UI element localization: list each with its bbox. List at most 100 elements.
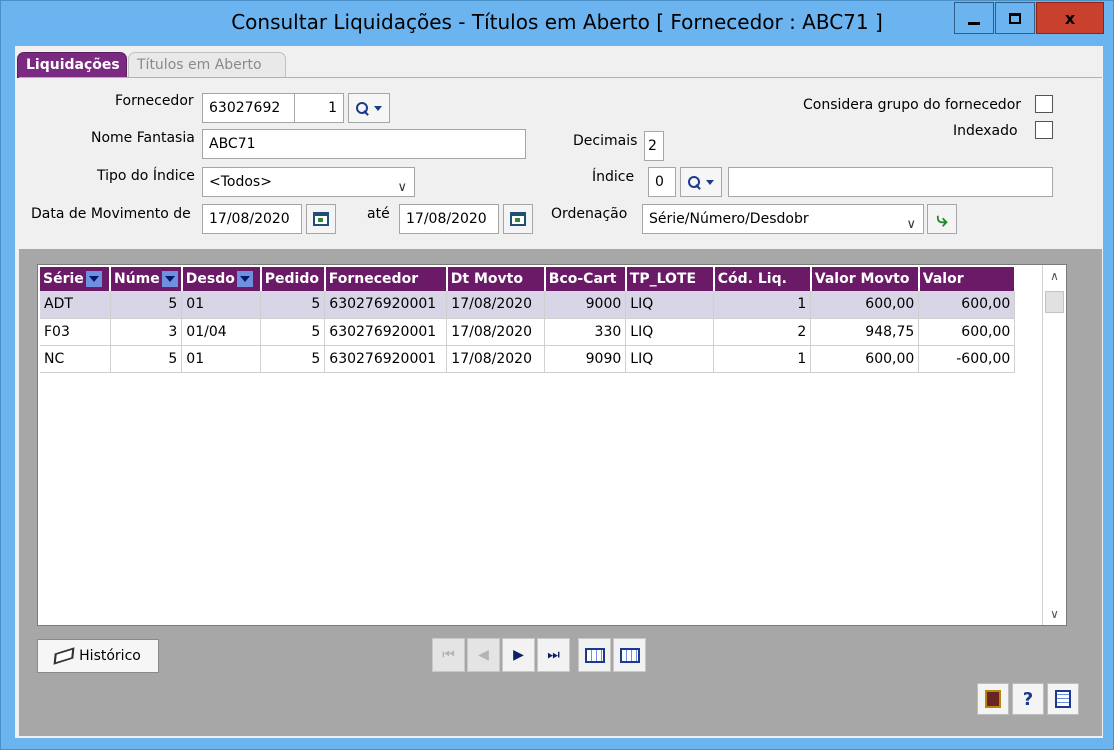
column-header-pedido[interactable]: Pedido: [260, 267, 326, 291]
nome-fantasia-field[interactable]: ABC71: [202, 129, 526, 159]
sort-dropdown-icon[interactable]: [236, 271, 253, 287]
ordenacao-label: Ordenação: [551, 206, 628, 222]
cell-bco-cart: 9090: [544, 345, 627, 373]
column-header-fornecedor[interactable]: Fornecedor: [324, 267, 448, 291]
historico-button[interactable]: Histórico: [37, 639, 159, 673]
fornecedor-seq-field[interactable]: 1: [294, 93, 344, 123]
help-button[interactable]: ?: [1012, 683, 1044, 715]
data-ate-field[interactable]: 17/08/2020: [399, 204, 499, 234]
cell-bco-cart: 9000: [544, 291, 627, 319]
close-button[interactable]: x: [1036, 2, 1104, 34]
data-ate-calendar-button[interactable]: [503, 204, 533, 234]
grid-export-button[interactable]: [613, 638, 646, 672]
considera-grupo-checkbox[interactable]: [1035, 95, 1053, 113]
cell-desdobr: 01/04: [181, 318, 262, 346]
scroll-down-icon[interactable]: ∨: [1043, 603, 1066, 625]
next-record-button[interactable]: ▶: [502, 638, 535, 672]
ordenacao-select[interactable]: Série/Número/Desdobr ∨: [642, 204, 924, 234]
cell-fornecedor: 630276920001: [324, 345, 448, 373]
tipo-indice-label: Tipo do Índice: [97, 168, 195, 184]
historico-label: Histórico: [79, 648, 141, 664]
previous-record-button[interactable]: ◀: [467, 638, 500, 672]
sort-dropdown-icon[interactable]: [85, 271, 102, 287]
previous-record-icon: ◀: [478, 647, 489, 663]
calculator-button[interactable]: [1047, 683, 1079, 715]
cell-fornecedor: 630276920001: [324, 318, 448, 346]
table-header-row: Série Núme Desdo Pedido Fornecedor Dt Mo…: [40, 267, 1016, 291]
vertical-scrollbar[interactable]: ∧ ∨: [1042, 265, 1066, 625]
liquidacoes-grid[interactable]: Série Núme Desdo Pedido Fornecedor Dt Mo…: [37, 264, 1067, 626]
column-header-serie[interactable]: Série: [40, 267, 111, 291]
fornecedor-lookup-button[interactable]: [348, 93, 390, 123]
first-record-icon: ⏮: [442, 647, 455, 663]
last-record-button[interactable]: ⏭: [537, 638, 570, 672]
nome-fantasia-label: Nome Fantasia: [91, 130, 195, 146]
cell-cod-liq: 2: [713, 318, 812, 346]
search-icon: [356, 101, 369, 115]
tipo-indice-select[interactable]: <Todos> ∨: [202, 167, 415, 197]
calendar-icon: [313, 212, 329, 226]
cell-numero: 5: [110, 345, 183, 373]
fornecedor-code-field[interactable]: 63027692: [202, 93, 295, 123]
sort-dropdown-icon[interactable]: [161, 271, 178, 287]
column-header-bco-cart[interactable]: Bco-Cart: [544, 267, 627, 291]
data-de-field[interactable]: 17/08/2020: [202, 204, 302, 234]
column-header-dt-movto[interactable]: Dt Movto: [446, 267, 546, 291]
results-area: Série Núme Desdo Pedido Fornecedor Dt Mo…: [19, 249, 1102, 736]
column-header-desdobr[interactable]: Desdo: [181, 267, 262, 291]
indice-field[interactable]: 0: [648, 167, 676, 197]
cell-fornecedor: 630276920001: [324, 291, 448, 319]
table-row[interactable]: ADT 5 01 5 630276920001 17/08/2020 9000 …: [40, 291, 1016, 319]
column-header-numero[interactable]: Núme: [110, 267, 183, 291]
indice-description-field[interactable]: [728, 167, 1053, 197]
column-header-cod-liq[interactable]: Cód. Liq.: [713, 267, 812, 291]
cell-desdobr: 01: [181, 345, 262, 373]
cell-tp-lote: LIQ: [625, 318, 715, 346]
data-de-calendar-button[interactable]: [306, 204, 336, 234]
cell-pedido: 5: [260, 318, 326, 346]
cell-valor: 600,00: [918, 318, 1016, 346]
indexado-label: Indexado: [953, 123, 1018, 139]
first-record-button[interactable]: ⏮: [432, 638, 465, 672]
minimize-button[interactable]: [954, 2, 994, 34]
cell-dt-movto: 17/08/2020: [446, 345, 546, 373]
tab-liquidacoes[interactable]: Liquidações: [17, 52, 127, 78]
scroll-thumb[interactable]: [1045, 291, 1064, 313]
indice-label: Índice: [592, 169, 635, 185]
help-icon: ?: [1022, 688, 1034, 710]
tab-titulos-em-aberto[interactable]: Títulos em Aberto: [128, 52, 286, 78]
cell-dt-movto: 17/08/2020: [446, 291, 546, 319]
apply-order-button[interactable]: ⤷: [927, 204, 957, 234]
tipo-indice-value: <Todos>: [209, 174, 272, 190]
indexado-checkbox[interactable]: [1035, 121, 1053, 139]
column-header-valor[interactable]: Valor: [918, 267, 1016, 291]
maximize-button[interactable]: [995, 2, 1035, 34]
table-row[interactable]: NC 5 01 5 630276920001 17/08/2020 9090 L…: [40, 345, 1016, 373]
maximize-icon: [1009, 12, 1021, 24]
column-header-valor-movto[interactable]: Valor Movto: [810, 267, 920, 291]
fornecedor-label: Fornecedor: [115, 93, 194, 109]
column-header-tp-lote[interactable]: TP_LOTE: [625, 267, 715, 291]
client-area: Liquidações Títulos em Aberto Fornecedor…: [15, 46, 1103, 738]
chevron-down-icon: ∨: [906, 217, 916, 232]
calendar-icon: [510, 212, 526, 226]
ordenacao-value: Série/Número/Desdobr: [649, 211, 809, 227]
ate-label: até: [367, 206, 390, 222]
cell-valor-movto: 600,00: [810, 345, 920, 373]
cell-numero: 3: [110, 318, 183, 346]
chevron-down-icon: ∨: [397, 180, 407, 195]
indice-lookup-button[interactable]: [680, 167, 722, 197]
cell-numero: 5: [110, 291, 183, 319]
considera-grupo-label: Considera grupo do fornecedor: [803, 97, 1022, 113]
cell-serie: F03: [40, 318, 111, 346]
grid-view-button[interactable]: [578, 638, 611, 672]
exit-button[interactable]: [977, 683, 1009, 715]
footer-actions: ?: [977, 683, 1079, 715]
scroll-up-icon[interactable]: ∧: [1043, 265, 1066, 287]
decimais-field[interactable]: 2: [644, 131, 664, 161]
title-bar[interactable]: Consultar Liquidações - Títulos em Abert…: [1, 1, 1113, 45]
table-row[interactable]: F03 3 01/04 5 630276920001 17/08/2020 33…: [40, 318, 1016, 346]
cell-valor: 600,00: [918, 291, 1016, 319]
exit-door-icon: [985, 690, 1001, 708]
window-title: Consultar Liquidações - Títulos em Abert…: [231, 10, 883, 34]
